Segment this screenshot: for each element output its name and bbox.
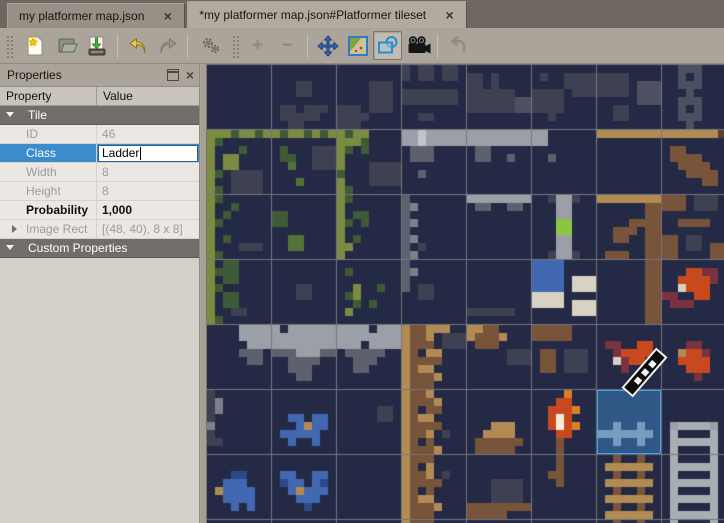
rearrange-tiles-button[interactable] xyxy=(443,31,472,60)
commands-gears-icon xyxy=(199,34,223,58)
float-window-icon[interactable] xyxy=(167,69,179,81)
main-toolbar: + − xyxy=(0,28,724,64)
property-row-id[interactable]: ID 46 xyxy=(0,125,199,144)
tileset-view[interactable] xyxy=(207,64,724,523)
open-file-icon xyxy=(56,34,80,58)
property-value: [(48, 40), 8 x 8] xyxy=(97,220,199,238)
collapse-triangle-icon[interactable] xyxy=(6,245,14,250)
new-map-button[interactable] xyxy=(17,31,52,60)
property-value: Ladder xyxy=(97,144,199,162)
property-name: ID xyxy=(0,125,97,143)
property-value: 8 xyxy=(97,163,199,181)
properties-empty-area xyxy=(0,258,199,523)
open-file-button[interactable] xyxy=(53,31,82,60)
film-frame xyxy=(633,377,641,385)
property-name: Probability xyxy=(0,201,97,219)
property-group-tile[interactable]: Tile xyxy=(0,106,199,125)
tab-bar: my platformer map.json × *my platformer … xyxy=(0,0,724,28)
property-name: Width xyxy=(0,163,97,181)
tileset-canvas[interactable] xyxy=(207,64,724,523)
property-value: 8 xyxy=(97,182,199,200)
tab-map-file[interactable]: my platformer map.json × xyxy=(7,3,185,28)
remove-tiles-button[interactable]: − xyxy=(273,31,302,60)
class-value-input[interactable]: Ladder xyxy=(98,145,198,162)
terrain-sets-button[interactable] xyxy=(343,31,372,60)
property-value: 46 xyxy=(97,125,199,143)
close-icon[interactable]: × xyxy=(186,68,194,82)
property-name: Height xyxy=(0,182,97,200)
toolbar-separator xyxy=(117,34,118,58)
add-tiles-button[interactable]: + xyxy=(243,31,272,60)
redo-button[interactable] xyxy=(153,31,182,60)
group-label: Custom Properties xyxy=(0,239,127,257)
property-group-custom-properties[interactable]: Custom Properties xyxy=(0,239,199,258)
undo-button[interactable] xyxy=(123,31,152,60)
tile-collision-editor-icon xyxy=(376,34,400,58)
text-caret xyxy=(140,147,141,160)
column-header-value: Value xyxy=(97,87,199,105)
tab-label: *my platformer map.json#Platformer tiles… xyxy=(199,8,426,22)
toolbar-separator xyxy=(437,34,438,58)
properties-titlebar[interactable]: Properties × xyxy=(0,64,199,87)
move-tiles-icon xyxy=(317,35,339,57)
property-row-width[interactable]: Width 8 xyxy=(0,163,199,182)
commands-button[interactable] xyxy=(193,31,228,60)
properties-column-headers: Property Value xyxy=(0,87,199,106)
property-name: Class xyxy=(0,144,97,162)
save-file-button[interactable] xyxy=(83,31,112,60)
tile-collision-editor-button[interactable] xyxy=(373,31,402,60)
expand-triangle-icon[interactable] xyxy=(12,225,17,233)
film-frame xyxy=(640,368,648,376)
property-row-class[interactable]: Class Ladder xyxy=(0,144,199,163)
class-input-text: Ladder xyxy=(102,146,139,160)
tab-label: my platformer map.json xyxy=(19,9,144,23)
save-file-icon xyxy=(86,34,110,58)
terrain-sets-icon xyxy=(346,34,370,58)
property-row-image-rect[interactable]: Image Rect [(48, 40), 8 x 8] xyxy=(0,220,199,239)
toolbar-separator xyxy=(307,34,308,58)
property-name: Image Rect xyxy=(0,220,97,238)
redo-icon xyxy=(157,35,179,57)
add-tiles-icon: + xyxy=(252,36,263,55)
tab-tileset-file[interactable]: *my platformer map.json#Platformer tiles… xyxy=(187,1,467,28)
property-row-probability[interactable]: Probability 1,000 xyxy=(0,201,199,220)
rearrange-arrow-icon xyxy=(446,34,470,58)
tile-animation-editor-button[interactable] xyxy=(403,31,432,60)
selected-tile-overlay xyxy=(597,390,661,454)
tiled-window: { "tabs": [ { "label": "my platformer ma… xyxy=(0,0,724,523)
undo-icon xyxy=(127,35,149,57)
tab-close-icon[interactable]: × xyxy=(442,8,457,23)
property-row-height[interactable]: Height 8 xyxy=(0,182,199,201)
tile-animation-editor-icon xyxy=(405,34,431,58)
film-frame xyxy=(647,360,655,368)
column-header-property: Property xyxy=(0,87,97,105)
properties-title: Properties xyxy=(7,68,167,82)
new-map-icon xyxy=(23,34,47,58)
toolbar-grip[interactable] xyxy=(231,34,240,58)
toolbar-separator xyxy=(187,34,188,58)
tab-close-icon[interactable]: × xyxy=(160,9,175,24)
property-value: 1,000 xyxy=(97,201,199,219)
move-tiles-button[interactable] xyxy=(313,31,342,60)
remove-tiles-icon: − xyxy=(282,36,293,55)
properties-panel: Properties × Property Value Tile ID 46 C… xyxy=(0,64,200,523)
toolbar-grip[interactable] xyxy=(5,34,14,58)
collapse-triangle-icon[interactable] xyxy=(6,112,14,117)
